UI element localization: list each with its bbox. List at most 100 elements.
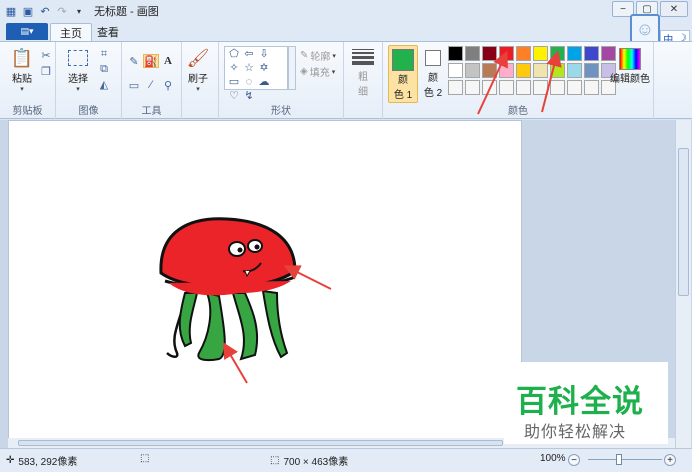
color2-swatch (425, 50, 441, 66)
palette-swatch[interactable] (567, 46, 582, 61)
custom-color-slot[interactable] (533, 80, 548, 95)
select-button[interactable]: 选择 ▾ (66, 46, 90, 93)
palette-swatch[interactable] (550, 46, 565, 61)
crosshair-icon: ✛ (6, 455, 15, 466)
color2-button[interactable]: 颜 色 2 (420, 45, 446, 103)
watermark: 百科全说 助你轻松解决 (504, 362, 668, 444)
rotate-icon[interactable]: ◭ (96, 77, 112, 91)
image-group-label: 图像 (78, 106, 99, 117)
vertical-scrollbar[interactable] (675, 120, 691, 448)
paint-app-icon[interactable]: ▦ (4, 4, 18, 18)
palette-swatch[interactable] (584, 46, 599, 61)
clipboard-group-label: 剪贴板 (12, 106, 43, 117)
palette-swatch[interactable] (465, 63, 480, 78)
zoom-in-button[interactable]: + (664, 454, 676, 466)
star6-shape-icon[interactable]: ✡ (257, 62, 271, 75)
star-shape-icon[interactable]: ☆ (242, 62, 256, 75)
pencil-icon[interactable]: ✎ (126, 54, 142, 68)
eraser-icon[interactable]: ▭ (126, 78, 142, 92)
callout-rect-shape-icon[interactable]: ▭ (227, 76, 241, 89)
lightning-shape-icon[interactable]: ↯ (242, 90, 256, 103)
palette-swatch[interactable] (584, 63, 599, 78)
arrow-down-shape-icon[interactable]: ⇩ (257, 48, 271, 61)
palette-swatch[interactable] (516, 63, 531, 78)
palette-swatch[interactable] (499, 63, 514, 78)
palette-swatch[interactable] (567, 63, 582, 78)
horizontal-scroll-thumb[interactable] (18, 440, 503, 446)
zoom-slider-thumb[interactable] (616, 454, 622, 465)
vertical-scroll-thumb[interactable] (678, 148, 689, 296)
color1-swatch (392, 49, 414, 71)
save-icon[interactable]: ▣ (21, 4, 35, 18)
palette-swatch[interactable] (533, 46, 548, 61)
size-label-line2: 细 (358, 87, 368, 98)
palette-swatch[interactable] (516, 46, 531, 61)
text-tool-icon[interactable]: A (160, 54, 176, 68)
window-title: 无标题 - 画图 (94, 6, 159, 18)
close-button[interactable]: ✕ (660, 1, 688, 17)
palette-swatch[interactable] (448, 63, 463, 78)
chevron-down-icon: ▾ (76, 86, 80, 93)
selection-icon: ⬚ (140, 453, 150, 464)
palette-swatch[interactable] (533, 63, 548, 78)
undo-icon[interactable]: ↶ (38, 4, 52, 18)
palette-swatch[interactable] (550, 63, 565, 78)
file-menu-button[interactable]: ▤▾ (6, 23, 48, 40)
outline-dropdown[interactable]: ✎ 轮廓 ▾ (300, 48, 336, 63)
palette-swatch[interactable] (448, 46, 463, 61)
heart-shape-icon[interactable]: ♡ (227, 90, 241, 103)
palette-swatch[interactable] (482, 63, 497, 78)
drawing-canvas[interactable] (8, 120, 522, 443)
magnifier-icon[interactable]: ⚲ (160, 78, 176, 92)
star4-shape-icon[interactable]: ✧ (227, 62, 241, 75)
paste-label: 粘贴 (12, 74, 32, 85)
cloud-shape-icon[interactable]: ☁ (257, 76, 271, 89)
status-bar: ✛ 583, 292像素 ⬚ ⬚ 700 × 463像素 100% − + (0, 448, 692, 472)
custom-color-slot[interactable] (584, 80, 599, 95)
cut-icon[interactable]: ✂ (38, 48, 54, 62)
chevron-down-icon: ▾ (331, 68, 336, 76)
tab-view[interactable]: 查看 (88, 23, 128, 41)
palette-swatch[interactable] (465, 46, 480, 61)
custom-color-slot[interactable] (465, 80, 480, 95)
custom-color-slot[interactable] (550, 80, 565, 95)
color1-button[interactable]: 颜 色 1 (388, 45, 418, 103)
arrow-left-shape-icon[interactable]: ⇦ (242, 48, 256, 61)
edit-colors-button[interactable]: 编辑颜色 (608, 48, 652, 85)
selection-rectangle-icon (66, 46, 90, 70)
callout-oval-shape-icon[interactable]: ◌ (242, 76, 256, 89)
fill-dropdown[interactable]: ◈ 填充 ▾ (300, 64, 335, 79)
image-size-icon: ⬚ (270, 455, 280, 466)
custom-color-slot[interactable] (482, 80, 497, 95)
brush-label: 刷子 (188, 74, 208, 85)
pentagon-shape-icon[interactable]: ⬠ (227, 48, 241, 61)
paste-button[interactable]: 📋 粘贴 ▾ (10, 46, 34, 94)
color1-label-line1: 颜 (398, 75, 408, 86)
clipboard-group: 📋 粘贴 ▾ ✂ ❐ 剪贴板 (0, 42, 56, 119)
color-picker-icon[interactable]: ⁄ (143, 78, 159, 92)
palette-swatch[interactable] (499, 46, 514, 61)
zoom-out-button[interactable]: − (568, 454, 580, 466)
custom-color-slot[interactable] (448, 80, 463, 95)
size-button[interactable]: 粗 细 (350, 46, 376, 98)
edit-colors-label: 编辑颜色 (610, 74, 650, 85)
redo-icon[interactable]: ↷ (55, 4, 69, 18)
custom-color-slot[interactable] (567, 80, 582, 95)
resize-icon[interactable]: ⧉ (96, 62, 112, 76)
palette-swatch[interactable] (482, 46, 497, 61)
custom-color-slot[interactable] (516, 80, 531, 95)
tab-home[interactable]: 主页 (50, 23, 92, 41)
selection-size: ⬚ (140, 453, 149, 464)
copy-icon[interactable]: ❐ (38, 64, 54, 78)
crop-icon[interactable]: ⌗ (96, 47, 112, 61)
zoom-slider-track[interactable] (588, 459, 662, 460)
ribbon: 📋 粘贴 ▾ ✂ ❐ 剪贴板 选择 ▾ ⌗ ⧉ ◭ 图像 ✎ ⛽ A ▭ ⁄ ⚲… (0, 41, 692, 119)
tools-group: ✎ ⛽ A ▭ ⁄ ⚲ 工具 (122, 42, 182, 119)
brush-button[interactable]: 🖌 刷子 ▾ (186, 46, 210, 94)
shapes-gallery-scroll[interactable] (288, 46, 296, 90)
custom-color-slot[interactable] (499, 80, 514, 95)
fill-bucket-icon[interactable]: ⛽ (143, 54, 159, 68)
cursor-position-value: 583, 292像素 (18, 457, 78, 468)
user-avatar-icon[interactable]: ☺ (630, 14, 660, 44)
customize-dropdown-icon[interactable]: ▾ (72, 4, 86, 18)
